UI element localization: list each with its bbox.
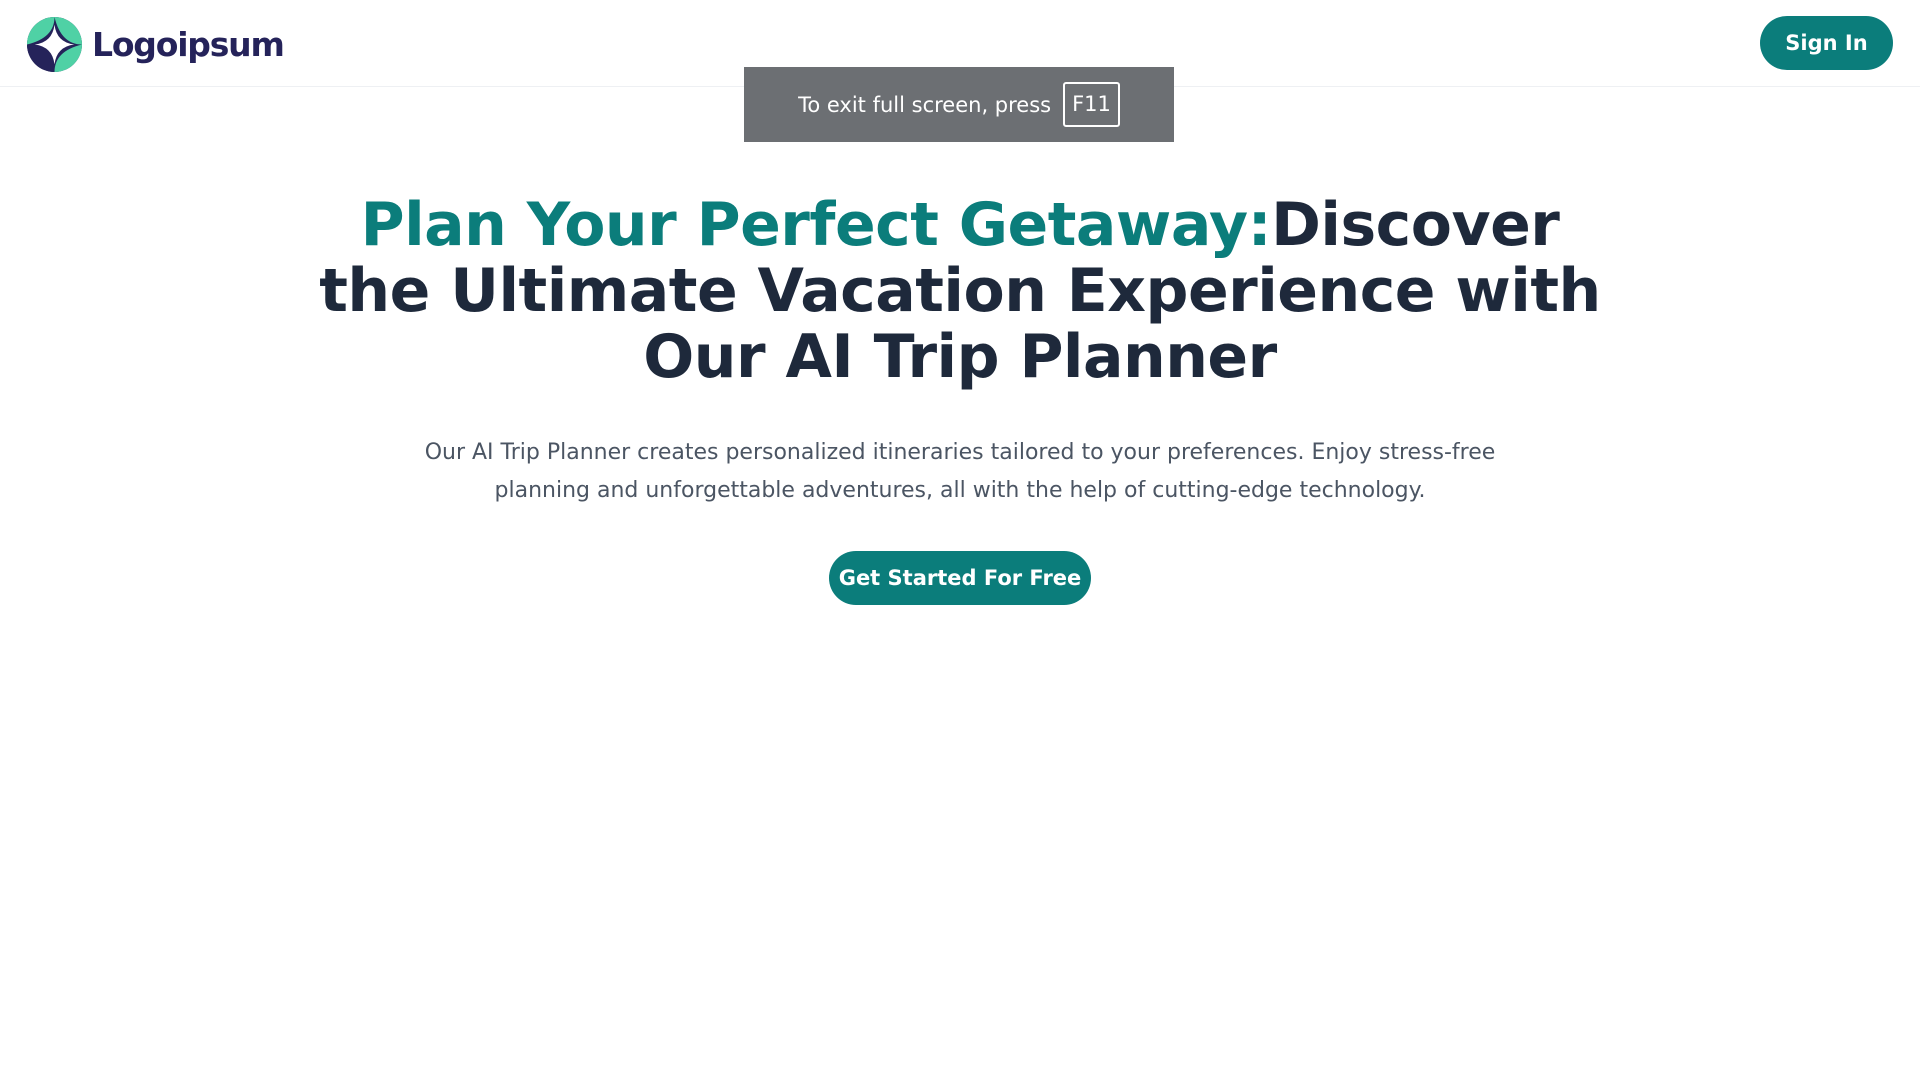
hero-subtitle: Our AI Trip Planner creates personalized… (424, 440, 1496, 503)
hero-title-accent: Plan Your Perfect Getaway: (360, 190, 1272, 260)
sign-in-button[interactable]: Sign In (1760, 16, 1893, 70)
hero-title: Plan Your Perfect Getaway:Discover the U… (300, 192, 1620, 390)
brand-logo[interactable]: Logoipsum (27, 16, 285, 72)
get-started-button[interactable]: Get Started For Free (829, 551, 1091, 605)
f11-key-badge: F11 (1063, 82, 1120, 127)
logo-wordmark: Logoipsum (92, 24, 285, 64)
fullscreen-notice-text: To exit full screen, press (798, 92, 1052, 117)
logo-icon (27, 16, 82, 72)
fullscreen-exit-notice: To exit full screen, press F11 (744, 67, 1174, 142)
